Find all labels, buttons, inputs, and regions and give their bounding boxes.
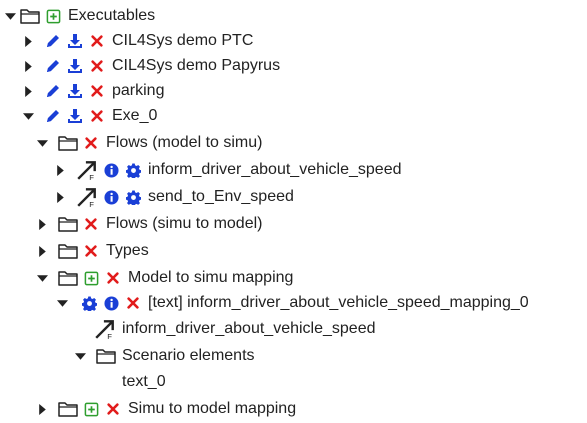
- node-label[interactable]: send_to_Env_speed: [148, 188, 294, 206]
- delete-icon[interactable]: [82, 241, 100, 261]
- tree-node-flow: inform_driver_about_vehicle_speed: [50, 157, 402, 183]
- gear-icon[interactable]: [124, 187, 142, 207]
- download-icon[interactable]: [66, 81, 84, 101]
- gear-icon[interactable]: [80, 293, 98, 313]
- delete-icon[interactable]: [88, 31, 106, 51]
- delete-icon[interactable]: [104, 399, 122, 419]
- delete-icon[interactable]: [88, 106, 106, 126]
- chevron-right-icon[interactable]: [18, 31, 38, 51]
- chevron-down-icon[interactable]: [52, 293, 72, 313]
- folder-icon: [58, 268, 78, 288]
- node-label[interactable]: inform_driver_about_vehicle_speed: [148, 161, 402, 179]
- folder-icon: [96, 346, 116, 366]
- node-label: Scenario elements: [122, 347, 255, 364]
- node-label: Types: [106, 242, 149, 259]
- delete-icon[interactable]: [104, 268, 122, 288]
- tree-node-flows-simu-to-model: Flows (simu to model): [32, 211, 262, 237]
- folder-icon: [20, 6, 40, 26]
- add-icon[interactable]: [44, 6, 62, 26]
- info-icon[interactable]: [102, 160, 120, 180]
- add-icon[interactable]: [82, 399, 100, 419]
- node-label[interactable]: inform_driver_about_vehicle_speed: [122, 320, 376, 338]
- tree-node-exe: Exe_0: [18, 103, 157, 129]
- tree-node-flow: send_to_Env_speed: [50, 184, 294, 210]
- tree-node-simu-to-model-mapping: Simu to model mapping: [32, 396, 296, 422]
- folder-icon: [58, 133, 78, 153]
- chevron-right-icon[interactable]: [18, 81, 38, 101]
- chevron-right-icon[interactable]: [32, 214, 52, 234]
- pencil-icon[interactable]: [44, 106, 62, 126]
- tree-node-mapping-flow: inform_driver_about_vehicle_speed: [94, 316, 376, 342]
- node-label: Flows (model to simu): [106, 134, 263, 151]
- chevron-right-icon[interactable]: [32, 241, 52, 261]
- node-label: Simu to model mapping: [128, 400, 297, 417]
- add-icon[interactable]: [82, 268, 100, 288]
- folder-icon: [58, 214, 78, 234]
- tree-node-scenario-item: text_0: [120, 369, 166, 395]
- delete-icon[interactable]: [88, 81, 106, 101]
- pencil-icon[interactable]: [44, 81, 62, 101]
- delete-icon[interactable]: [82, 133, 100, 153]
- node-label[interactable]: CIL4Sys demo PTC: [112, 32, 253, 50]
- chevron-down-icon[interactable]: [70, 346, 90, 366]
- node-label: Executables: [68, 7, 156, 24]
- chevron-down-icon[interactable]: [18, 106, 38, 126]
- tree-node-exe: parking: [18, 78, 164, 104]
- node-label[interactable]: Exe_0: [112, 107, 157, 125]
- tree-node-exe: CIL4Sys demo PTC: [18, 28, 253, 54]
- info-icon[interactable]: [102, 187, 120, 207]
- chevron-down-icon[interactable]: [32, 268, 52, 288]
- folder-icon: [58, 241, 78, 261]
- folder-icon: [58, 399, 78, 419]
- delete-icon[interactable]: [82, 214, 100, 234]
- delete-icon[interactable]: [88, 56, 106, 76]
- node-label[interactable]: parking: [112, 82, 164, 100]
- flow-arrow-icon: [76, 160, 98, 180]
- tree-node-scenario-elements: Scenario elements: [70, 343, 255, 369]
- chevron-right-icon[interactable]: [18, 56, 38, 76]
- node-label[interactable]: text_0: [122, 373, 166, 391]
- chevron-right-icon[interactable]: [32, 399, 52, 419]
- chevron-down-icon[interactable]: [32, 133, 52, 153]
- flow-arrow-icon: [94, 319, 116, 339]
- info-icon[interactable]: [102, 293, 120, 313]
- node-label: Flows (simu to model): [106, 215, 263, 232]
- chevron-right-icon[interactable]: [50, 160, 70, 180]
- tree-node-flows-model-to-simu: Flows (model to simu): [32, 130, 262, 156]
- tree-node-mapping-item: [text] inform_driver_about_vehicle_speed…: [52, 290, 529, 316]
- pencil-icon[interactable]: [44, 56, 62, 76]
- tree-node-exe: CIL4Sys demo Papyrus: [18, 53, 280, 79]
- download-icon[interactable]: [66, 31, 84, 51]
- node-label[interactable]: [text] inform_driver_about_vehicle_speed…: [148, 294, 529, 312]
- node-label[interactable]: CIL4Sys demo Papyrus: [112, 57, 280, 75]
- delete-icon[interactable]: [124, 293, 142, 313]
- tree-node-types: Types: [32, 238, 149, 264]
- download-icon[interactable]: [66, 106, 84, 126]
- chevron-down-icon[interactable]: [0, 6, 20, 26]
- node-label: Model to simu mapping: [128, 269, 294, 286]
- tree-node-executables: Executables: [0, 3, 155, 29]
- chevron-right-icon[interactable]: [50, 187, 70, 207]
- download-icon[interactable]: [66, 56, 84, 76]
- pencil-icon[interactable]: [44, 31, 62, 51]
- tree-node-model-to-simu-mapping: Model to simu mapping: [32, 265, 293, 291]
- gear-icon[interactable]: [124, 160, 142, 180]
- flow-arrow-icon: [76, 187, 98, 207]
